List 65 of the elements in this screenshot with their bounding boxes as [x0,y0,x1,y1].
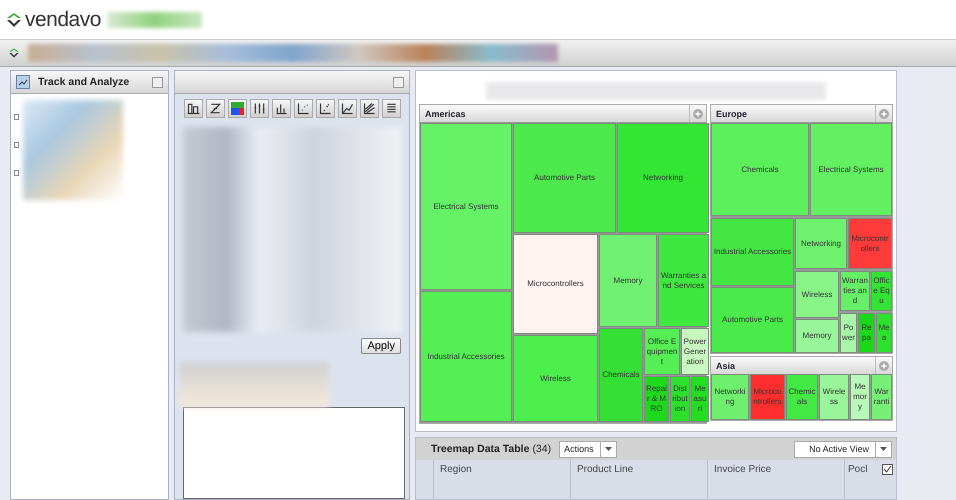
actions-dropdown[interactable]: Actions [559,440,617,458]
region-title: Europe [716,108,748,118]
treemap-tile[interactable]: Mea [876,313,892,353]
treemap-tile[interactable]: Memory [850,374,870,420]
logo-text: vendavo [25,8,101,32]
view-dropdown[interactable]: No Active View [794,440,892,458]
treemap-tile[interactable]: Warranties and [840,271,870,311]
apply-button[interactable]: Apply [361,338,401,354]
row-count: (34) [532,443,552,455]
chart-type-icon[interactable] [206,99,224,118]
column-header[interactable]: Product Line [570,460,707,499]
treemap-tile[interactable]: Power [840,313,857,353]
treemap-tile[interactable]: Microcontrollers [848,218,892,269]
treemap-tile[interactable]: Power Generation [681,328,709,375]
region-title: Americas [425,108,466,118]
chart-icon [16,75,30,89]
treemap-tile[interactable]: Warranti [871,374,892,420]
treemap-tile[interactable]: Measuri [691,376,709,422]
treemap-tile[interactable]: Repair & MRO [644,376,669,422]
chart-type-icon[interactable] [228,99,246,118]
treemap-tile[interactable]: Industrial Accessories [711,218,794,286]
chart-type-icon[interactable] [272,99,290,118]
caret-icon[interactable] [880,447,887,451]
treemap-tile[interactable]: Office Equ [871,271,892,311]
treemap-tile[interactable]: Chemicals [786,374,818,420]
chart-type-icon[interactable] [184,99,202,118]
expander-icon[interactable] [14,114,19,120]
expander-icon[interactable] [14,170,19,176]
treemap-tile[interactable]: Repa [858,313,875,353]
logo-icon [5,12,23,28]
treemap-tile[interactable]: Networking [617,123,709,233]
treemap-tile[interactable]: Automotive Parts [711,287,794,353]
treemap-tile[interactable]: Chemicals [599,328,643,422]
column-chooser-icon[interactable] [882,464,893,475]
treemap-tile[interactable]: Office Equipment [644,328,680,375]
column-header[interactable]: Pocl [844,460,870,499]
column-header[interactable]: Region [433,460,570,499]
treemap-tile[interactable]: Chemicals [711,123,809,216]
region-title: Asia [716,360,736,370]
treemap-tile[interactable]: Automotive Parts [513,123,616,233]
treemap-tile[interactable]: Wireless [819,374,849,420]
treemap-tile[interactable]: Wireless [795,271,839,318]
treemap-tile[interactable]: Industrial Accessories [420,291,512,422]
chart-type-icon[interactable] [338,99,356,118]
treemap-tile[interactable]: Electrical Systems [420,123,512,290]
treemap-tile[interactable]: Networking [795,218,847,269]
logo-icon[interactable] [8,47,20,59]
panel-title: Track and Analyze [38,76,130,88]
chart-type-icon[interactable] [250,99,268,118]
treemap-tile[interactable]: Distribution [670,376,690,422]
treemap-tile[interactable]: Electrical Systems [810,123,892,216]
chart-type-icon[interactable] [316,99,334,118]
chart-type-icon[interactable] [294,99,312,118]
treemap-tile[interactable]: Wireless [513,335,598,422]
table-title: Treemap Data Table [431,443,530,455]
chart-type-icon[interactable] [360,99,378,118]
chart-type-icon[interactable] [382,99,400,118]
treemap-tile[interactable]: Memory [795,319,839,353]
treemap-tile[interactable]: Networking [711,374,749,420]
expander-icon[interactable] [14,142,19,148]
treemap-tile[interactable]: Memory [599,234,657,327]
treemap-tile[interactable]: Microcontrollers [513,234,598,334]
caret-icon[interactable] [604,447,612,451]
treemap-tile[interactable]: Warranties and Services [658,234,709,327]
column-header[interactable]: Invoice Price [707,460,844,499]
